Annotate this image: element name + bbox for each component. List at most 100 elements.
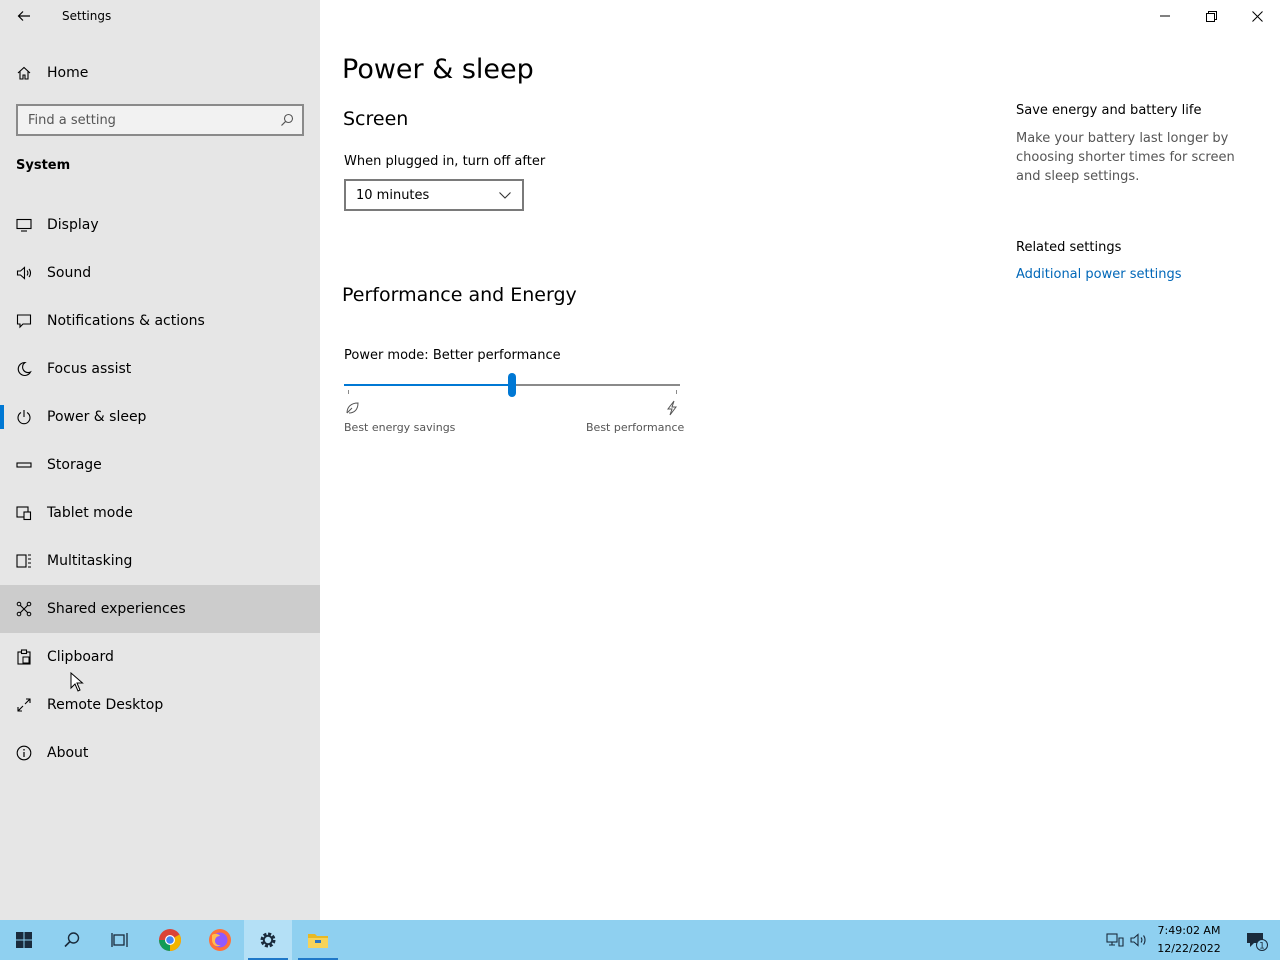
sidebar-item-display[interactable]: Display xyxy=(0,201,320,249)
restore-button[interactable] xyxy=(1188,0,1234,32)
sidebar-item-storage[interactable]: Storage xyxy=(0,441,320,489)
close-icon xyxy=(1251,10,1263,22)
sidebar-item-label: About xyxy=(47,745,89,761)
sidebar-item-label: Home xyxy=(47,65,89,81)
save-energy-title: Save energy and battery life xyxy=(1016,103,1202,118)
best-energy-savings-label: Best energy savings xyxy=(344,421,456,434)
sidebar-item-label: Focus assist xyxy=(47,361,132,377)
sidebar-item-label: Display xyxy=(47,217,99,233)
leaf-icon xyxy=(346,402,359,414)
volume-icon[interactable] xyxy=(1130,932,1148,948)
back-arrow-icon xyxy=(17,11,30,21)
remote-desktop-icon xyxy=(16,697,32,713)
chrome-taskbar-button[interactable] xyxy=(146,920,194,960)
search-input[interactable] xyxy=(18,112,268,128)
multitasking-icon xyxy=(16,553,32,569)
window-controls xyxy=(1142,0,1280,32)
display-icon xyxy=(16,217,32,233)
file-explorer-taskbar-button[interactable] xyxy=(294,920,342,960)
additional-power-settings-link[interactable]: Additional power settings xyxy=(1016,267,1182,282)
storage-icon xyxy=(16,457,32,473)
slider-thumb[interactable] xyxy=(508,373,516,397)
page-title: Power & sleep xyxy=(342,54,534,85)
sidebar-item-label: Remote Desktop xyxy=(47,697,164,713)
network-icon[interactable] xyxy=(1106,932,1124,948)
sidebar-item-label: Notifications & actions xyxy=(47,313,205,329)
sidebar-item-label: Multitasking xyxy=(47,553,133,569)
sidebar-item-clipboard[interactable]: Clipboard xyxy=(0,633,320,681)
sidebar-item-sound[interactable]: Sound xyxy=(0,249,320,297)
screen-timeout-dropdown[interactable]: 10 minutes xyxy=(344,179,524,211)
action-center-icon: 1 xyxy=(1247,933,1268,952)
minimize-button[interactable] xyxy=(1142,0,1188,32)
folder-icon xyxy=(308,934,328,948)
section-title: System xyxy=(16,158,71,173)
notification-icon xyxy=(16,313,32,329)
save-energy-text: Make your battery last longer by choosin… xyxy=(1016,131,1235,184)
main-content: Power & sleep Screen When plugged in, tu… xyxy=(320,0,1280,920)
dropdown-value: 10 minutes xyxy=(356,187,430,203)
sidebar-item-label: Storage xyxy=(47,457,102,473)
search-icon[interactable] xyxy=(280,113,294,127)
sidebar-item-label: Clipboard xyxy=(47,649,114,665)
chrome-icon xyxy=(159,929,181,951)
slider-tick xyxy=(348,390,349,394)
clipboard-icon xyxy=(16,649,32,665)
chevron-down-icon xyxy=(499,192,511,199)
search-icon xyxy=(64,932,80,948)
screen-heading: Screen xyxy=(343,108,409,130)
minimize-icon xyxy=(1160,15,1170,17)
sidebar-item-notifications[interactable]: Notifications & actions xyxy=(0,297,320,345)
sidebar-item-tablet-mode[interactable]: Tablet mode xyxy=(0,489,320,537)
action-center-button[interactable]: 1 xyxy=(1232,920,1280,960)
system-clock[interactable]: 7:49:02 AM 12/22/2022 xyxy=(1152,922,1226,958)
sidebar-nav: Display Sound Notifications & actions Fo… xyxy=(0,201,320,777)
search-taskbar-button[interactable] xyxy=(48,920,96,960)
firefox-taskbar-button[interactable] xyxy=(196,920,244,960)
sidebar-item-label: Sound xyxy=(47,265,92,281)
tablet-mode-icon xyxy=(16,505,32,521)
titlebar-left: Settings xyxy=(0,0,320,32)
lightning-icon xyxy=(667,400,677,416)
power-mode-label: Power mode: Better performance xyxy=(344,348,561,363)
task-view-icon xyxy=(111,933,128,947)
related-settings-title: Related settings xyxy=(1016,240,1122,255)
sidebar-item-about[interactable]: About xyxy=(0,729,320,777)
back-button[interactable] xyxy=(10,4,38,28)
shared-experiences-icon xyxy=(16,601,32,617)
notification-count: 1 xyxy=(1259,942,1265,952)
moon-icon xyxy=(16,361,32,377)
windows-logo-icon xyxy=(16,932,32,948)
close-button[interactable] xyxy=(1234,0,1280,32)
slider-fill xyxy=(344,384,512,386)
sidebar-item-home[interactable]: Home xyxy=(0,52,320,94)
sidebar-item-multitasking[interactable]: Multitasking xyxy=(0,537,320,585)
sidebar-item-label: Tablet mode xyxy=(47,505,133,521)
clock-date: 12/22/2022 xyxy=(1157,942,1221,955)
gear-icon xyxy=(260,932,276,948)
taskbar: 7:49:02 AM 12/22/2022 1 xyxy=(0,920,1280,960)
start-button[interactable] xyxy=(0,920,48,960)
performance-heading: Performance and Energy xyxy=(342,284,577,306)
search-box xyxy=(16,104,304,136)
plugged-in-label: When plugged in, turn off after xyxy=(344,154,546,169)
best-performance-label: Best performance xyxy=(586,421,685,434)
mouse-cursor-icon xyxy=(70,672,84,692)
sidebar-item-remote-desktop[interactable]: Remote Desktop xyxy=(0,681,320,729)
power-icon xyxy=(16,409,32,425)
sidebar-item-shared-experiences[interactable]: Shared experiences xyxy=(0,585,320,633)
sidebar-item-power-sleep[interactable]: Power & sleep xyxy=(0,393,320,441)
slider-tick xyxy=(676,390,677,394)
app-title: Settings xyxy=(62,9,112,23)
speaker-icon xyxy=(16,265,32,281)
sidebar-item-focus-assist[interactable]: Focus assist xyxy=(0,345,320,393)
home-icon xyxy=(16,65,32,81)
firefox-icon xyxy=(209,929,231,951)
info-icon xyxy=(16,745,32,761)
settings-taskbar-button[interactable] xyxy=(244,920,292,960)
sidebar-item-label: Shared experiences xyxy=(47,601,186,617)
sidebar-item-label: Power & sleep xyxy=(47,409,147,425)
restore-icon xyxy=(1205,10,1217,22)
task-view-button[interactable] xyxy=(96,920,144,960)
power-mode-slider[interactable] xyxy=(344,372,680,398)
